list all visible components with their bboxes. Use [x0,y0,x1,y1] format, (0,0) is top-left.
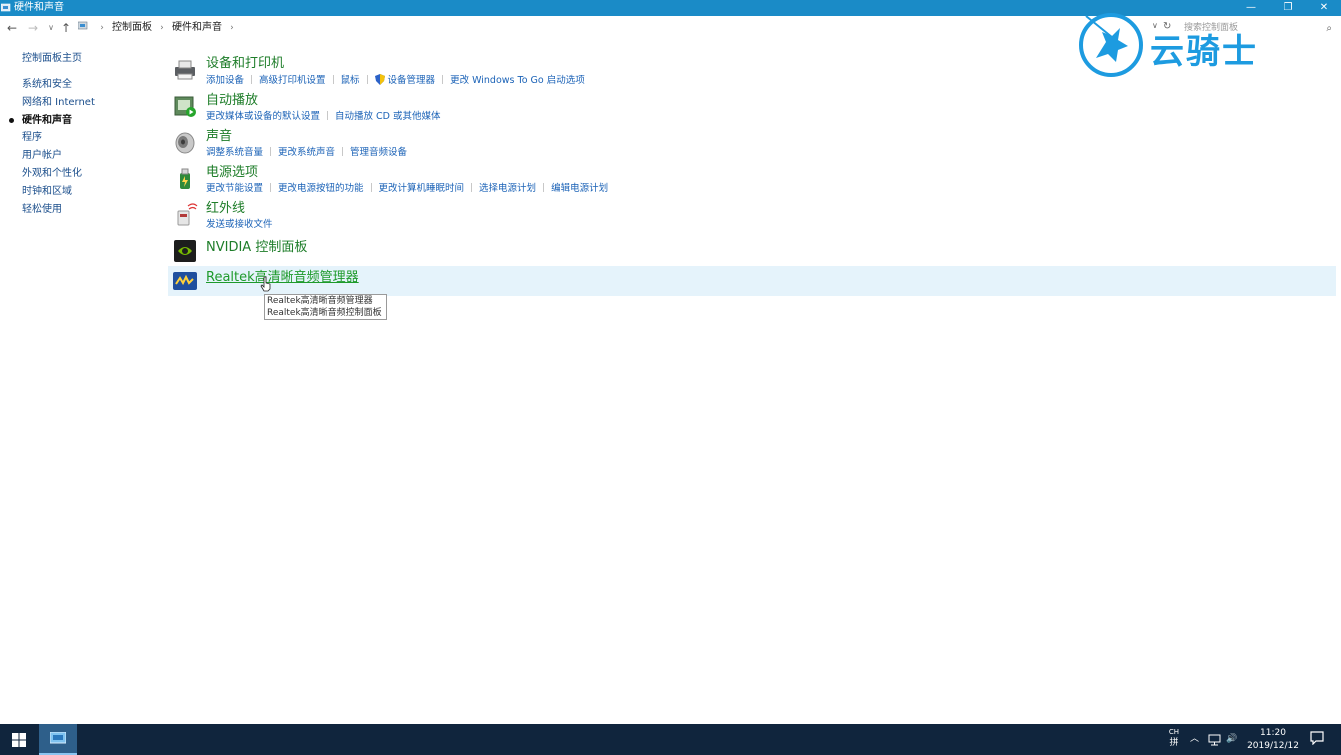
link-send-receive-files[interactable]: 发送或接收文件 [206,219,273,231]
category-title[interactable]: 电源选项 [206,165,258,181]
link-choose-plan[interactable]: 选择电源计划 [479,183,536,195]
category-sound: 声音 调整系统音量 更改系统声音 管理音频设备 [168,129,1336,159]
category-devices-printers: 设备和打印机 添加设备 高级打印机设置 鼠标 设备管理器 更改 Windows To G… [168,56,1336,86]
tooltip: Realtek高清晰音频管理器 Realtek高清晰音频控制面板 [264,294,387,320]
category-links: 更改媒体或设备的默认设置 自动播放 CD 或其他媒体 [206,111,441,123]
link-adjust-volume[interactable]: 调整系统音量 [206,147,263,159]
category-nvidia: NVIDIA 控制面板 [168,238,1336,266]
category-infrared: 红外线 发送或接收文件 [168,201,1336,231]
link-mouse[interactable]: 鼠标 [341,75,360,87]
start-button[interactable] [0,724,38,755]
link-power-saving[interactable]: 更改节能设置 [206,183,263,195]
breadcrumb-item-control-panel[interactable]: 控制面板 [112,22,152,33]
link-divider [327,111,329,120]
clock-date: 2019/12/12 [1247,741,1299,751]
link-divider [332,75,334,84]
link-divider [543,183,545,192]
link-edit-plan[interactable]: 编辑电源计划 [551,183,608,195]
category-title[interactable]: NVIDIA 控制面板 [206,240,307,256]
category-links: 发送或接收文件 [206,219,273,231]
speaker-icon [175,132,195,154]
sidebar-item-system-security[interactable]: 系统和安全 [22,78,72,92]
category-title[interactable]: 声音 [206,129,232,145]
category-realtek[interactable]: Realtek高清晰音频管理器 [168,266,1336,296]
breadcrumb-item-hardware-sound[interactable]: 硬件和声音 [172,22,222,33]
link-power-button[interactable]: 更改电源按钮的功能 [278,183,364,195]
control-panel-icon [78,21,88,30]
infrared-icon [177,203,198,226]
uac-shield-icon [374,74,385,85]
category-title[interactable]: 自动播放 [206,93,258,109]
sidebar-item-user-accounts[interactable]: 用户帐户 [22,149,62,163]
sidebar-item-programs[interactable]: 程序 [22,131,42,145]
control-panel-icon [50,732,66,744]
volume-icon[interactable]: 🔊 [1226,724,1237,755]
tooltip-line: Realtek高清晰音频管理器 [267,296,373,306]
link-sleep-time[interactable]: 更改计算机睡眠时间 [379,183,465,195]
category-links: 调整系统音量 更改系统声音 管理音频设备 [206,147,407,159]
network-icon[interactable] [1208,734,1222,746]
show-hidden-icons-button[interactable]: ︿ [1190,724,1199,755]
autoplay-icon [174,96,196,117]
link-change-sounds[interactable]: 更改系统声音 [278,147,335,159]
link-divider [366,75,368,84]
clock[interactable]: 11:20 2019/12/12 [1240,727,1306,753]
breadcrumb: › 控制面板 › 硬件和声音 › [78,20,239,36]
breadcrumb-separator[interactable]: › [230,23,234,33]
breadcrumb-separator[interactable]: › [160,23,164,33]
ime-language: CH [1168,728,1180,736]
link-add-device[interactable]: 添加设备 [206,75,244,87]
category-power-options: 电源选项 更改节能设置 更改电源按钮的功能 更改计算机睡眠时间 选择电源计划 编辑电源计… [168,165,1336,195]
category-links: 更改节能设置 更改电源按钮的功能 更改计算机睡眠时间 选择电源计划 编辑电源计划 [206,183,608,195]
power-icon [180,168,190,189]
sidebar-item-network[interactable]: 网络和 Internet [22,96,95,110]
link-divider [251,75,253,84]
recent-locations-button[interactable]: ∨ [43,19,59,37]
link-divider [370,183,372,192]
link-windows-to-go[interactable]: 更改 Windows To Go 启动选项 [450,75,585,87]
link-divider [342,147,344,156]
realtek-icon [173,272,197,290]
link-divider [442,75,444,84]
hand-cursor-icon [260,276,271,292]
breadcrumb-separator: › [100,23,104,33]
sidebar-item-ease-of-access[interactable]: 轻松使用 [22,203,62,217]
sidebar-item-clock-region[interactable]: 时钟和区域 [22,185,72,199]
up-button[interactable]: ↑ [58,19,74,37]
link-autoplay-cd[interactable]: 自动播放 CD 或其他媒体 [335,111,441,123]
back-button[interactable]: ← [4,19,20,37]
sidebar-item-appearance[interactable]: 外观和个性化 [22,167,82,181]
active-bullet-icon [9,118,14,123]
search-icon[interactable]: ⌕ [1326,20,1332,37]
taskbar: CH 拼 ︿ 🔊 11:20 2019/12/12 [0,724,1341,755]
sidebar-item-hardware-sound[interactable]: 硬件和声音 [22,114,72,128]
ime-mode: 拼 [1169,738,1179,748]
link-media-defaults[interactable]: 更改媒体或设备的默认设置 [206,111,320,123]
nvidia-icon [174,240,196,262]
link-manage-audio[interactable]: 管理音频设备 [350,147,407,159]
notification-center-icon[interactable] [1310,731,1324,745]
input-method-indicator[interactable]: CH 拼 [1164,727,1184,753]
category-title[interactable]: Realtek高清晰音频管理器 [206,270,359,286]
link-advanced-printer[interactable]: 高级打印机设置 [259,75,326,87]
sidebar-item-home[interactable]: 控制面板主页 [22,52,82,66]
taskbar-app-control-panel[interactable] [39,724,77,755]
control-panel-icon [1,3,11,12]
tooltip-line: Realtek高清晰音频控制面板 [267,308,382,318]
clock-time: 11:20 [1260,728,1286,738]
category-title[interactable]: 设备和打印机 [206,56,284,72]
forward-button[interactable]: → [25,19,41,37]
link-device-manager[interactable]: 设备管理器 [388,75,436,87]
category-links: 添加设备 高级打印机设置 鼠标 设备管理器 更改 Windows To Go 启动选项 [206,74,585,87]
category-title[interactable]: 红外线 [206,201,245,217]
category-autoplay: 自动播放 更改媒体或设备的默认设置 自动播放 CD 或其他媒体 [168,93,1336,123]
windows-logo-icon [12,733,26,747]
link-divider [270,183,272,192]
link-divider [270,147,272,156]
window-title: 硬件和声音 [14,2,64,13]
printer-icon [175,60,195,80]
link-divider [471,183,473,192]
